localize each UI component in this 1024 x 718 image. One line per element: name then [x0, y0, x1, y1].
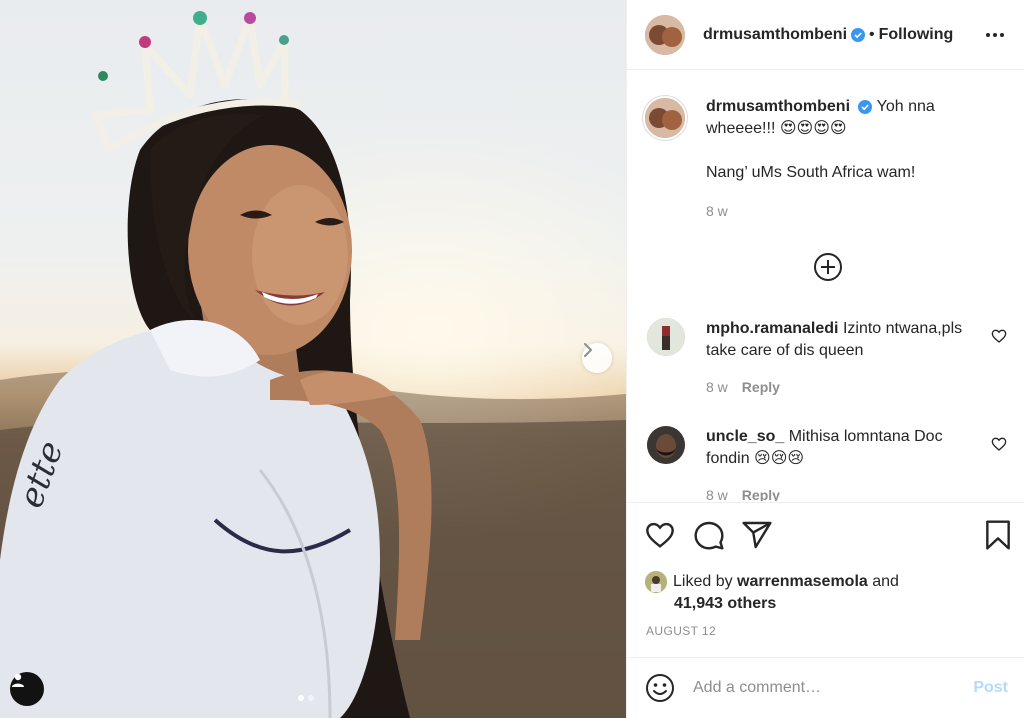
- chevron-right-icon: [584, 343, 592, 357]
- comment-text: uncle_so_ Mithisa lomntana Doc fondin 😢😢…: [706, 426, 986, 470]
- post-sidebar: drmusamthombeni • Following drmusamthomb…: [626, 0, 1024, 718]
- likes-summary: Liked by warrenmasemola and 41,943 other…: [645, 571, 899, 615]
- following-button[interactable]: Following: [879, 26, 954, 44]
- post-photo: ette: [0, 0, 626, 718]
- commenter-avatar[interactable]: [647, 318, 685, 356]
- post-date[interactable]: AUGUST 12: [646, 624, 716, 638]
- user-tags-button[interactable]: [10, 672, 44, 706]
- verified-icon: [851, 27, 866, 42]
- caption-username[interactable]: drmusamthombeni: [706, 98, 850, 115]
- post-header: drmusamthombeni • Following: [627, 0, 1024, 70]
- load-more-comments-button[interactable]: [813, 252, 843, 282]
- comments-list[interactable]: drmusamthombeni Yoh nna wheeee!!! 😍😍😍😍 N…: [627, 71, 1024, 501]
- liker-avatar[interactable]: [645, 571, 667, 593]
- caption-line-2: Nang’ uMs South Africa wam!: [706, 164, 916, 181]
- post-comment-button[interactable]: Post: [973, 679, 1008, 697]
- author-avatar[interactable]: [645, 14, 685, 55]
- caption-age[interactable]: 8 w: [706, 203, 728, 219]
- avatar-image: [645, 14, 685, 55]
- avatar-image: [645, 571, 667, 593]
- caption-text: drmusamthombeni Yoh nna wheeee!!! 😍😍😍😍 N…: [706, 96, 986, 184]
- avatar-image: [645, 98, 685, 138]
- liker-username[interactable]: warrenmasemola: [737, 573, 868, 590]
- comment-icon[interactable]: [693, 519, 725, 551]
- carousel-dot-1: [298, 695, 304, 701]
- add-circle-icon: [814, 253, 842, 281]
- user-tag-icon: [12, 673, 24, 687]
- author-username[interactable]: drmusamthombeni: [703, 26, 847, 44]
- more-options-button[interactable]: [984, 24, 1006, 46]
- photo-illustration: ette: [0, 11, 626, 718]
- reply-button[interactable]: Reply: [742, 379, 780, 395]
- like-comment-heart-icon[interactable]: [991, 436, 1007, 452]
- likes-prefix: Liked by: [673, 573, 733, 591]
- comment-age[interactable]: 8 w: [706, 379, 728, 395]
- heart-icon[interactable]: [644, 519, 676, 551]
- like-comment-heart-icon[interactable]: [991, 328, 1007, 344]
- avatar-image: [647, 426, 685, 464]
- commenter-username[interactable]: uncle_so_: [706, 428, 784, 445]
- commenter-avatar[interactable]: [647, 426, 685, 464]
- commenter-username[interactable]: mpho.ramanaledi: [706, 320, 838, 337]
- more-options-icon: [986, 33, 1004, 37]
- comment-age[interactable]: 8 w: [706, 487, 728, 501]
- post-actions: Liked by warrenmasemola and 41,943 other…: [627, 502, 1024, 657]
- caption-author-avatar[interactable]: [643, 96, 687, 140]
- carousel-next-button[interactable]: [582, 343, 612, 373]
- likes-count[interactable]: 41,943 others: [674, 595, 776, 612]
- avatar-image: [647, 318, 685, 356]
- share-icon[interactable]: [741, 519, 773, 551]
- reply-button[interactable]: Reply: [742, 487, 780, 501]
- likes-and: and: [872, 573, 899, 591]
- emoji-icon[interactable]: [645, 673, 675, 703]
- comment-meta: 8 w Reply: [706, 379, 780, 395]
- header-separator: •: [869, 25, 875, 43]
- add-comment-input[interactable]: [693, 679, 963, 697]
- carousel-dot-2: [308, 695, 314, 701]
- carousel-indicator: [298, 695, 314, 701]
- comment-meta: 8 w Reply: [706, 487, 780, 501]
- comment-text: mpho.ramanaledi Izinto ntwana,pls take c…: [706, 318, 986, 362]
- bookmark-icon[interactable]: [983, 519, 1013, 551]
- verified-icon: [858, 99, 873, 114]
- add-comment-bar: Post: [627, 657, 1024, 718]
